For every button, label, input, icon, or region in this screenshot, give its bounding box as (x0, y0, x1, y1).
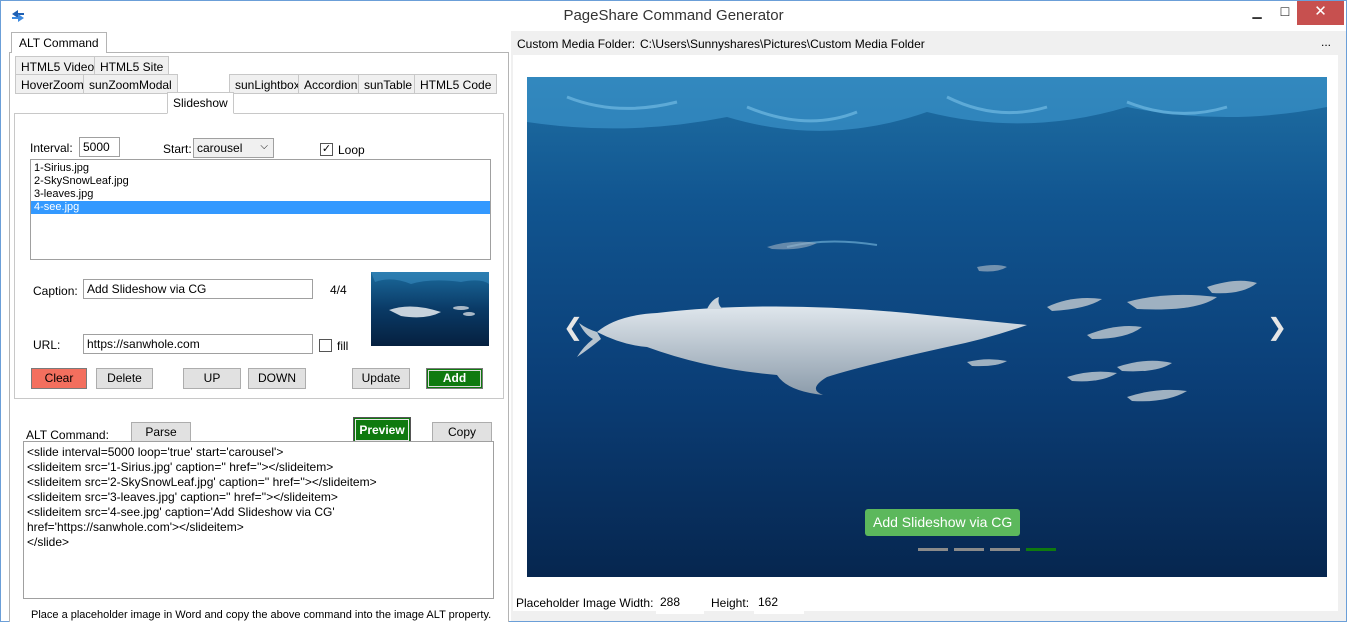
tab-alt-command[interactable]: ALT Command (11, 32, 107, 53)
command-line: <slideitem src='2-SkySnowLeaf.jpg' capti… (27, 475, 377, 489)
start-select-value: carousel (197, 141, 243, 155)
caption-input[interactable]: Add Slideshow via CG (83, 279, 313, 299)
add-button[interactable]: Add (426, 368, 483, 389)
placeholder-width-field[interactable]: 288 (656, 590, 704, 614)
command-line: <slideitem src='3-leaves.jpg' caption=''… (27, 490, 338, 504)
thumbnail-preview (371, 272, 489, 346)
underwater-whale-image (527, 77, 1327, 577)
slide-indicator-3[interactable] (990, 548, 1020, 551)
alt-command-frame: HTML5 Video HTML5 Site HoverZoom sunZoom… (9, 52, 509, 622)
list-item[interactable]: 1-Sirius.jpg (31, 162, 490, 175)
slide-prev-arrow[interactable]: ❮ (563, 313, 583, 342)
tab-sunlightbox[interactable]: sunLightbox (229, 74, 306, 94)
tab-hoverzoom[interactable]: HoverZoom (15, 74, 90, 94)
command-line: <slideitem src='4-see.jpg' caption='Add … (27, 505, 335, 519)
slideshow-preview: ❮ ❯ Add Slideshow via CG (513, 55, 1338, 611)
usage-hint: Place a placeholder image in Word and co… (31, 609, 492, 621)
left-pane: ALT Command HTML5 Video HTML5 Site Hover… (9, 31, 509, 622)
placeholder-width-label: Placeholder Image Width: (516, 596, 654, 610)
list-item[interactable]: 3-leaves.jpg (31, 188, 490, 201)
parse-button[interactable]: Parse (131, 422, 191, 443)
start-select[interactable]: carousel ⌵ (193, 138, 274, 158)
window-title: PageShare Command Generator (563, 7, 784, 24)
command-line: </slide> (27, 535, 70, 549)
app-window: PageShare Command Generator ▁ ☐ ✕ ALT Co… (0, 0, 1347, 622)
interval-input[interactable]: 5000 (79, 137, 120, 157)
url-label: URL: (33, 338, 61, 352)
slide-caption[interactable]: Add Slideshow via CG (865, 509, 1021, 536)
clear-button[interactable]: Clear (31, 368, 87, 389)
loop-label: Loop (338, 143, 365, 157)
list-item-selected[interactable]: 4-see.jpg (31, 201, 490, 214)
media-folder-label: Custom Media Folder: (517, 37, 636, 51)
browse-folder-button[interactable]: ... (1321, 35, 1331, 49)
image-list[interactable]: 1-Sirius.jpg 2-SkySnowLeaf.jpg 3-leaves.… (30, 159, 491, 260)
loop-checkbox[interactable]: ✓ (320, 143, 333, 156)
copy-button[interactable]: Copy (432, 422, 492, 443)
delete-button[interactable]: Delete (96, 368, 153, 389)
up-button[interactable]: UP (183, 368, 241, 389)
placeholder-height-field[interactable]: 162 (754, 590, 804, 614)
tab-accordion[interactable]: Accordion (298, 74, 364, 94)
interval-label: Interval: (30, 141, 73, 155)
image-counter: 4/4 (330, 283, 347, 297)
placeholder-height-label: Height: (711, 596, 750, 610)
fill-checkbox[interactable] (319, 339, 332, 352)
tab-suntable[interactable]: sunTable (358, 74, 419, 94)
caption-label: Caption: (33, 284, 78, 298)
slide-indicator-2[interactable] (954, 548, 984, 551)
update-button[interactable]: Update (352, 368, 410, 389)
tab-sunzoommodal[interactable]: sunZoomModal (83, 74, 178, 94)
command-line: href='https://sanwhole.com'></slideitem> (27, 520, 244, 534)
tab-html5-site[interactable]: HTML5 Site (94, 56, 170, 76)
chevron-down-icon: ⌵ (260, 141, 268, 152)
close-button[interactable]: ✕ (1297, 1, 1344, 25)
list-item[interactable]: 2-SkySnowLeaf.jpg (31, 175, 490, 188)
alt-command-label: ALT Command: (26, 428, 109, 442)
tab-slideshow[interactable]: Slideshow (167, 92, 234, 114)
media-folder-path: C:\Users\Sunnyshares\Pictures\Custom Med… (640, 37, 925, 51)
right-pane: Custom Media Folder: C:\Users\Sunnyshare… (511, 31, 1346, 621)
title-bar: PageShare Command Generator ▁ ☐ ✕ (1, 1, 1346, 31)
url-input[interactable]: https://sanwhole.com (83, 334, 313, 354)
tab-html5-video[interactable]: HTML5 Video (15, 56, 101, 76)
start-label: Start: (163, 142, 192, 156)
down-button[interactable]: DOWN (248, 368, 306, 389)
slide-next-arrow[interactable]: ❯ (1267, 313, 1287, 342)
preview-button[interactable]: Preview (353, 417, 411, 443)
command-line: <slide interval=5000 loop='true' start='… (27, 445, 284, 459)
slide-indicator-1[interactable] (918, 548, 948, 551)
alt-command-textarea[interactable]: <slide interval=5000 loop='true' start='… (23, 441, 494, 599)
command-line: <slideitem src='1-Sirius.jpg' caption=''… (27, 460, 334, 474)
tab-html5-code[interactable]: HTML5 Code (414, 74, 498, 94)
slide-image: ❮ ❯ Add Slideshow via CG (527, 77, 1327, 577)
fill-label: fill (337, 339, 349, 353)
slide-indicator-4[interactable] (1026, 548, 1056, 551)
